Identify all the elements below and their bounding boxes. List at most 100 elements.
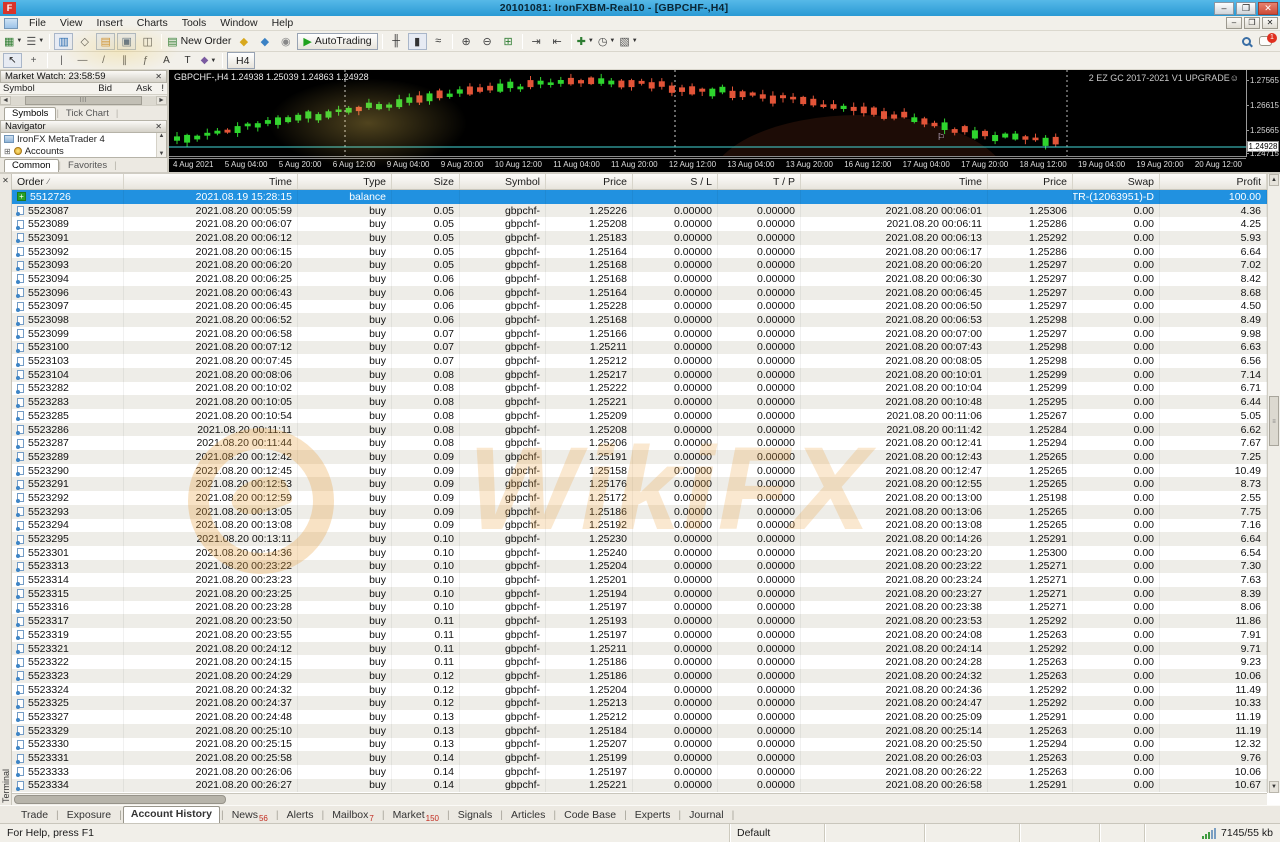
chart-price-scale[interactable]: 1.27565 1.26615 1.25665 1.24928 1.24715 bbox=[1246, 70, 1280, 158]
history-row[interactable]: 5523285 2021.08.20 00:10:54 buy 0.08 gbpchf-… bbox=[12, 409, 1267, 423]
text-tool[interactable]: A bbox=[157, 53, 176, 68]
tree-expand-icon[interactable]: ⊞ bbox=[4, 147, 11, 156]
cursor-tool[interactable]: ↖ bbox=[3, 53, 22, 68]
mw-col-symbol[interactable]: Symbol bbox=[3, 83, 72, 94]
tab-exposure[interactable]: Exposure bbox=[60, 808, 118, 823]
indicators-button[interactable]: ✚ ▼ bbox=[576, 33, 595, 50]
history-row[interactable]: 5523333 2021.08.20 00:26:06 buy 0.14 gbpchf-… bbox=[12, 764, 1267, 779]
market-watch-toggle[interactable]: ▥ bbox=[54, 32, 74, 50]
history-row[interactable]: 5523295 2021.08.20 00:13:11 buy 0.10 gbpchf-… bbox=[12, 532, 1267, 546]
scroll-down-icon[interactable]: ▼ bbox=[1269, 781, 1279, 793]
history-row[interactable]: 5523093 2021.08.20 00:06:20 buy 0.05 gbpchf-… bbox=[12, 258, 1267, 273]
history-row[interactable]: 5523316 2021.08.20 00:23:28 buy 0.10 gbpchf-… bbox=[12, 600, 1267, 615]
scrollbar-thumb[interactable]: ||| bbox=[25, 95, 142, 105]
tab-news[interactable]: News56 bbox=[225, 808, 275, 823]
menu-help[interactable]: Help bbox=[265, 17, 301, 29]
history-row[interactable]: 5523098 2021.08.20 00:06:52 buy 0.06 gbpchf-… bbox=[12, 313, 1267, 327]
history-row[interactable]: 5523104 2021.08.20 00:08:06 buy 0.08 gbpchf-… bbox=[12, 367, 1267, 382]
tab-symbols[interactable]: Symbols bbox=[4, 107, 57, 120]
navigator-close-icon[interactable]: ✕ bbox=[155, 122, 162, 131]
history-row[interactable]: 5523089 2021.08.20 00:06:07 buy 0.05 gbpchf-… bbox=[12, 217, 1267, 232]
horizontal-line-tool[interactable]: — bbox=[73, 53, 92, 68]
history-col-sl[interactable]: S / L bbox=[633, 174, 718, 189]
menu-tools[interactable]: Tools bbox=[175, 17, 214, 29]
history-row[interactable]: 5523091 2021.08.20 00:06:12 buy 0.05 gbpchf-… bbox=[12, 231, 1267, 245]
profiles-button[interactable]: ☰ ▼ bbox=[25, 33, 45, 50]
tab-experts[interactable]: Experts bbox=[628, 808, 678, 823]
history-col-symbol[interactable]: Symbol bbox=[460, 174, 546, 189]
history-row[interactable]: 5523092 2021.08.20 00:06:15 buy 0.05 gbpchf-… bbox=[12, 244, 1267, 259]
tab-account-history[interactable]: Account History bbox=[122, 806, 220, 823]
market-watch-close-icon[interactable]: ✕ bbox=[155, 72, 162, 81]
scroll-left-icon[interactable]: ◄ bbox=[0, 95, 11, 105]
chart-window[interactable]: GBPCHF-,H4 1.24938 1.25039 1.24863 1.249… bbox=[169, 70, 1280, 172]
menu-charts[interactable]: Charts bbox=[130, 17, 175, 29]
periods-button[interactable]: ◷ ▼ bbox=[597, 33, 617, 50]
navigator-item-account-server[interactable]: IronFX MetaTrader 4 bbox=[1, 133, 166, 145]
status-connection[interactable]: 7145/55 kb bbox=[1145, 824, 1280, 842]
history-hscrollbar[interactable] bbox=[12, 793, 1267, 805]
tab-favorites[interactable]: Favorites bbox=[61, 160, 114, 172]
status-profile[interactable]: Default bbox=[730, 824, 825, 842]
history-row[interactable]: 5523319 2021.08.20 00:23:55 buy 0.11 gbpchf-… bbox=[12, 628, 1267, 642]
navigator-toggle[interactable]: ▤ bbox=[96, 32, 116, 50]
history-row[interactable]: 5523291 2021.08.20 00:12:53 buy 0.09 gbpchf-… bbox=[12, 477, 1267, 492]
child-minimize-button[interactable]: – bbox=[1226, 17, 1242, 29]
navigator-vscrollbar[interactable]: ▲ ▼ bbox=[156, 133, 166, 157]
scroll-up-icon[interactable]: ▲ bbox=[1269, 174, 1279, 186]
minimize-button[interactable]: – bbox=[1214, 1, 1234, 15]
history-row[interactable]: 5523096 2021.08.20 00:06:43 buy 0.06 gbpchf-… bbox=[12, 285, 1267, 300]
tab-common[interactable]: Common bbox=[4, 159, 59, 172]
market-watch-hscrollbar[interactable]: ◄ ||| ► bbox=[0, 95, 167, 106]
search-icon[interactable] bbox=[1242, 36, 1251, 46]
restore-button[interactable]: ❐ bbox=[1236, 1, 1256, 15]
history-col-swap[interactable]: Swap bbox=[1073, 174, 1160, 189]
autotrading-button[interactable]: ▶ AutoTrading bbox=[297, 32, 378, 50]
history-col-profit[interactable]: Profit bbox=[1160, 174, 1267, 189]
fibonacci-tool[interactable]: ƒ bbox=[136, 53, 155, 68]
history-row[interactable]: 5523100 2021.08.20 00:07:12 buy 0.07 gbpchf-… bbox=[12, 340, 1267, 355]
history-vscrollbar[interactable]: ▲ ≡ ▼ bbox=[1267, 174, 1280, 793]
channel-tool[interactable]: ∥ bbox=[115, 53, 134, 68]
history-row[interactable]: 5523287 2021.08.20 00:11:44 buy 0.08 gbpchf-… bbox=[12, 436, 1267, 451]
history-row[interactable]: 5523322 2021.08.20 00:24:15 buy 0.11 gbpchf-… bbox=[12, 655, 1267, 670]
history-row[interactable]: 5523323 2021.08.20 00:24:29 buy 0.12 gbpchf-… bbox=[12, 669, 1267, 683]
history-row[interactable]: 5523321 2021.08.20 00:24:12 buy 0.11 gbpchf-… bbox=[12, 641, 1267, 656]
tab-market[interactable]: Market150 bbox=[386, 808, 446, 823]
new-chart-button[interactable]: ▦ ▼ bbox=[3, 33, 23, 50]
child-close-button[interactable]: ✕ bbox=[1262, 17, 1278, 29]
tab-alerts[interactable]: Alerts bbox=[280, 808, 321, 823]
chart-time-axis[interactable]: 4 Aug 2021 5 Aug 04:00 5 Aug 20:00 6 Aug 12… bbox=[169, 158, 1246, 170]
history-row[interactable]: 5523313 2021.08.20 00:23:22 buy 0.10 gbpchf-… bbox=[12, 559, 1267, 574]
close-button[interactable]: ✕ bbox=[1258, 1, 1278, 15]
tab-signals[interactable]: Signals bbox=[451, 808, 499, 823]
candlestick-mode-button[interactable]: ▮ bbox=[407, 32, 427, 50]
history-row[interactable]: 5523097 2021.08.20 00:06:45 buy 0.06 gbpchf-… bbox=[12, 299, 1267, 314]
crosshair-tool[interactable]: + bbox=[24, 53, 43, 68]
history-col-price[interactable]: Price bbox=[988, 174, 1073, 189]
terminal-toggle[interactable]: ▣ bbox=[117, 32, 137, 50]
scrollbar-thumb[interactable] bbox=[14, 795, 226, 804]
period-h4-button[interactable]: H4 bbox=[227, 52, 256, 69]
tab-tick-chart[interactable]: Tick Chart bbox=[59, 108, 116, 120]
scrollbar-thumb[interactable]: ≡ bbox=[1269, 396, 1279, 446]
bar-chart-mode-button[interactable]: ╫ bbox=[387, 33, 406, 50]
history-row[interactable]: 5523327 2021.08.20 00:24:48 buy 0.13 gbpchf-… bbox=[12, 710, 1267, 724]
menu-insert[interactable]: Insert bbox=[90, 17, 130, 29]
mw-col-bid[interactable]: Bid bbox=[72, 83, 112, 94]
chart-shift-button[interactable]: ⇤ bbox=[548, 33, 567, 50]
trendline-tool[interactable]: / bbox=[94, 53, 113, 68]
chart-menu-icon[interactable] bbox=[4, 17, 18, 29]
vertical-line-tool[interactable]: | bbox=[52, 53, 71, 68]
history-row[interactable]: 5523283 2021.08.20 00:10:05 buy 0.08 gbpchf-… bbox=[12, 395, 1267, 409]
experts-button[interactable]: ◆ bbox=[255, 33, 274, 50]
history-row[interactable]: 5523286 2021.08.20 00:11:11 buy 0.08 gbpchf-… bbox=[12, 422, 1267, 437]
history-row[interactable]: 5523290 2021.08.20 00:12:45 buy 0.09 gbpchf-… bbox=[12, 463, 1267, 478]
history-row[interactable]: 5523292 2021.08.20 00:12:59 buy 0.09 gbpchf-… bbox=[12, 491, 1267, 505]
history-col-tp[interactable]: T / P bbox=[718, 174, 801, 189]
notification-bubble-icon[interactable]: 1 bbox=[1259, 33, 1277, 46]
zoom-out-button[interactable]: ⊖ bbox=[478, 33, 497, 50]
history-row[interactable]: 5523294 2021.08.20 00:13:08 buy 0.09 gbpchf-… bbox=[12, 518, 1267, 533]
navigator-item-accounts[interactable]: ⊞ Accounts bbox=[1, 145, 166, 157]
tab-journal[interactable]: Journal bbox=[682, 808, 730, 823]
